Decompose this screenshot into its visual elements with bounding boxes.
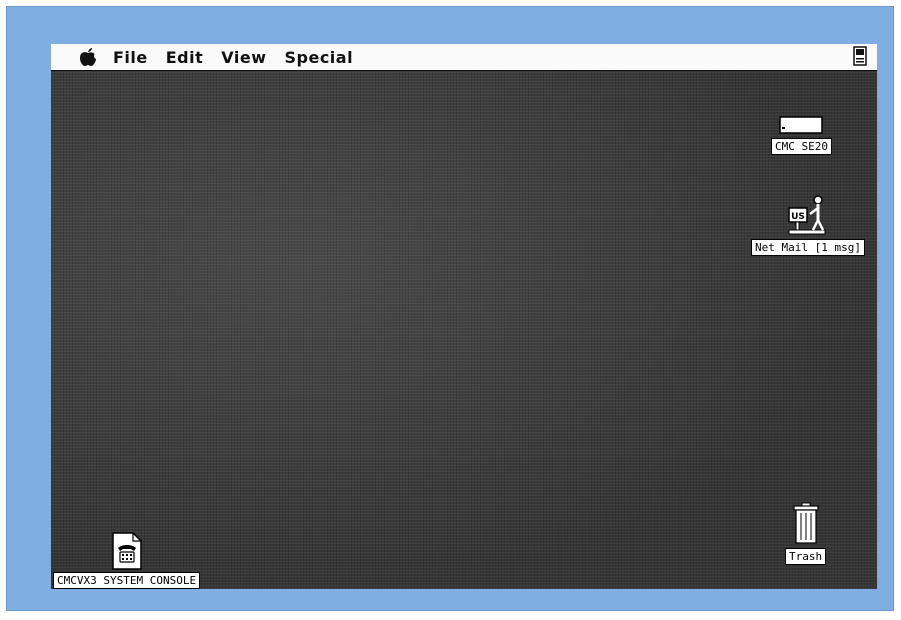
finder-menu-icon[interactable] — [853, 46, 867, 66]
telephone-document-icon[interactable] — [111, 532, 142, 570]
menu-file[interactable]: File — [113, 48, 148, 67]
disk-icon-item[interactable]: CMC SE20 — [771, 116, 832, 155]
console-icon-item[interactable]: CMCVX3 SYSTEM CONSOLE — [53, 532, 201, 589]
trash-icon-item[interactable]: Trash — [785, 502, 827, 565]
trash-label: Trash — [785, 548, 827, 565]
mail-icon-item[interactable]: US Net Mail [1 msg] — [751, 194, 865, 256]
console-label: CMCVX3 SYSTEM CONSOLE — [53, 572, 201, 589]
hard-disk-icon[interactable] — [779, 116, 824, 134]
apple-menu-icon[interactable] — [77, 46, 99, 68]
mailbox-sign: US — [791, 212, 805, 222]
menu-view[interactable]: View — [221, 48, 266, 67]
desktop[interactable]: File Edit View Special CMC SE20 US Net M… — [51, 44, 877, 589]
menu-bar: File Edit View Special — [51, 44, 877, 71]
monitor-frame: File Edit View Special CMC SE20 US Net M… — [6, 6, 894, 611]
disk-label: CMC SE20 — [771, 138, 832, 155]
mail-label: Net Mail [1 msg] — [751, 239, 865, 256]
menu-special[interactable]: Special — [284, 48, 353, 67]
menu-edit[interactable]: Edit — [166, 48, 204, 67]
trash-can-icon[interactable] — [792, 502, 819, 544]
net-mail-icon[interactable]: US — [788, 194, 828, 236]
